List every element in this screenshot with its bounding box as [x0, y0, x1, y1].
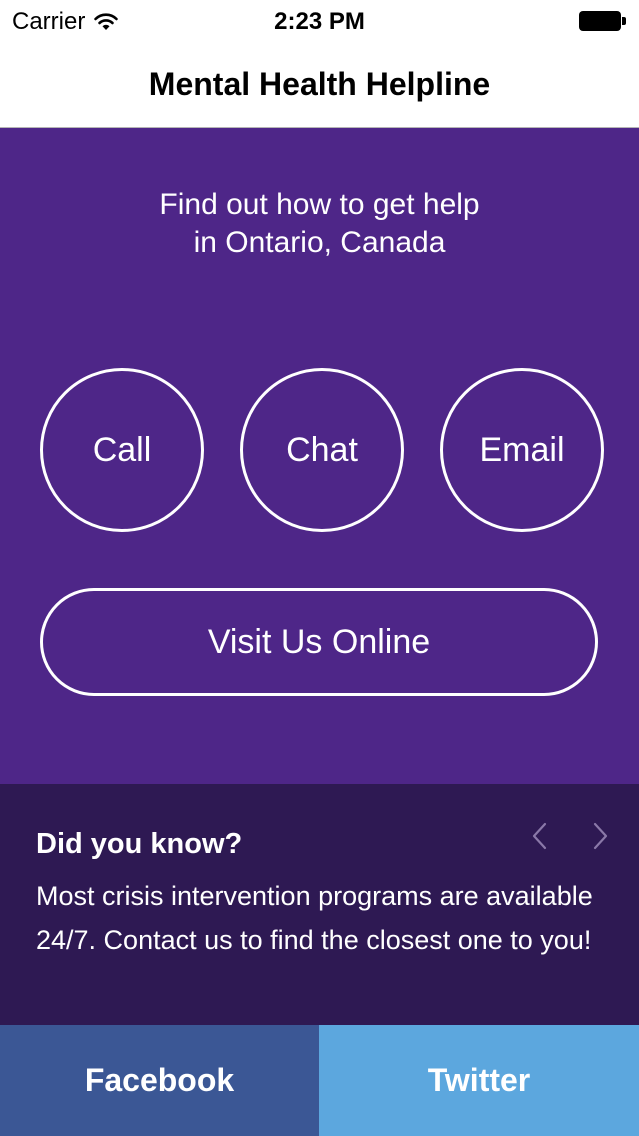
battery-icon [579, 11, 627, 31]
intro-line-2: in Ontario, Canada [193, 226, 446, 259]
twitter-button[interactable]: Twitter [319, 1025, 639, 1136]
chat-button[interactable]: Chat [240, 368, 404, 532]
navigation-bar: Mental Health Helpline [0, 40, 639, 128]
intro-line-1: Find out how to get help [159, 188, 480, 221]
email-button[interactable]: Email [440, 368, 604, 532]
intro-text: Find out how to get help in Ontario, Can… [0, 186, 639, 262]
tips-heading: Did you know? [36, 828, 243, 860]
chevron-right-icon[interactable] [588, 820, 612, 852]
tips-body: Most crisis intervention programs are av… [36, 881, 593, 955]
help-options-panel: Find out how to get help in Ontario, Can… [0, 128, 639, 784]
app-screen: Carrier 2:23 PM Mental Health Helpline F… [0, 0, 639, 1136]
page-title: Mental Health Helpline [148, 66, 491, 102]
did-you-know-panel: Did you know? Most crisis intervention p… [0, 784, 639, 1025]
chevron-left-icon[interactable] [528, 820, 552, 852]
facebook-button[interactable]: Facebook [0, 1025, 319, 1136]
visit-online-button[interactable]: Visit Us Online [40, 588, 598, 696]
call-button[interactable]: Call [40, 368, 204, 532]
status-bar: Carrier 2:23 PM [0, 0, 639, 40]
status-time: 2:23 PM [274, 8, 365, 35]
